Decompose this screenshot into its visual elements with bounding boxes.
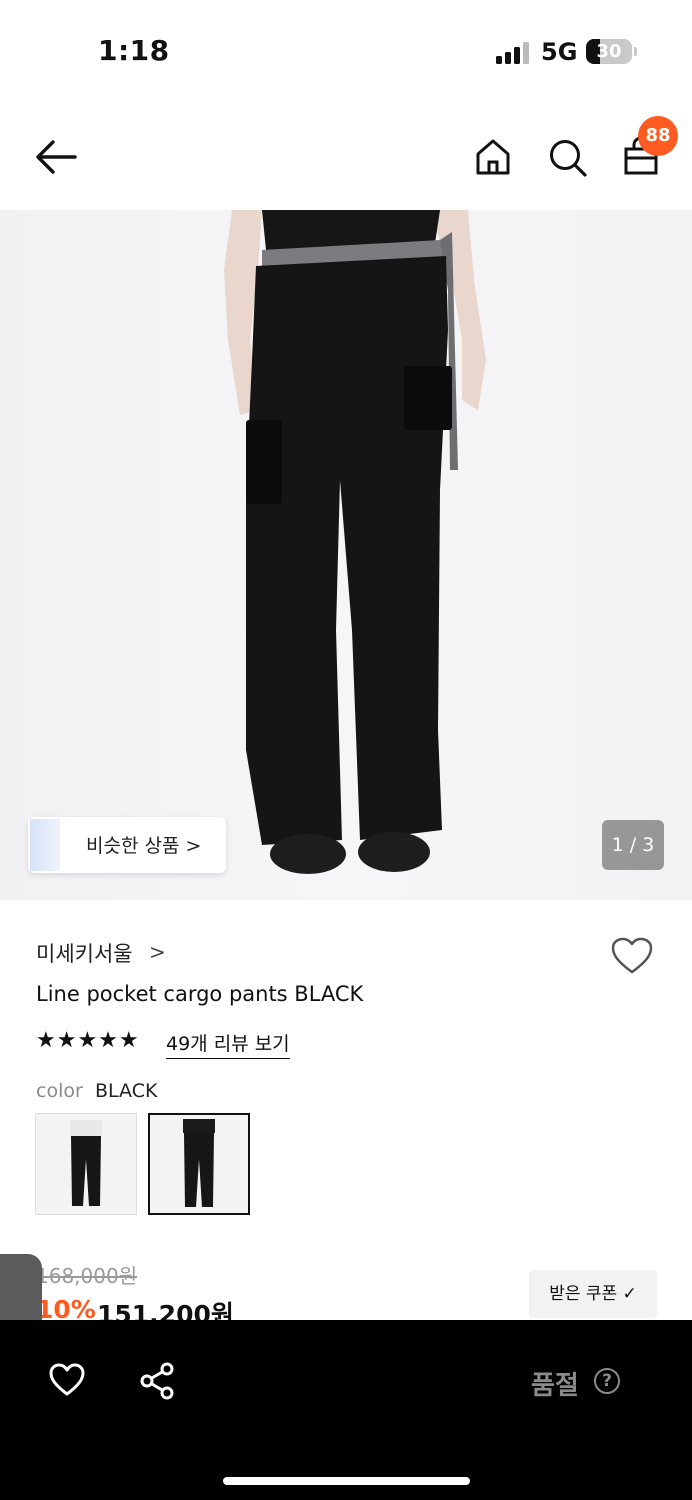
color-label: color (36, 1080, 83, 1102)
chevron-right-icon: > (149, 940, 166, 964)
coupon-button[interactable]: 받은 쿠폰 ✓ (529, 1270, 657, 1318)
arrow-left-icon[interactable] (34, 138, 78, 176)
signal-icon (496, 42, 532, 64)
similar-product-thumbnail (30, 819, 60, 871)
color-value: BLACK (95, 1080, 158, 1102)
heart-icon[interactable] (48, 1363, 86, 1397)
original-price: 168,000원 (36, 1264, 138, 1288)
image-counter: 1 / 3 (602, 820, 664, 870)
rating-stars: ★★★★★ (36, 1028, 140, 1053)
status-bar: 1:18 5G 30 (0, 0, 692, 100)
battery-level: 30 (596, 41, 622, 62)
color-swatch-option[interactable] (35, 1113, 137, 1215)
color-swatch-selected[interactable] (148, 1113, 250, 1215)
swatch-thumbnail-image (70, 1120, 102, 1206)
product-title: Line pocket cargo pants BLACK (36, 982, 364, 1006)
home-indicator (223, 1477, 470, 1485)
bottom-action-bar (0, 1320, 692, 1500)
share-icon[interactable] (138, 1362, 176, 1400)
product-photo (224, 210, 486, 874)
sold-out-label: 품절 (531, 1371, 579, 1401)
home-icon[interactable] (474, 137, 512, 177)
swatch-thumbnail-image (183, 1119, 215, 1207)
similar-products-label: 비슷한 상품 > (86, 835, 202, 857)
brand-link[interactable]: 미세키서울 (36, 938, 133, 968)
status-time: 1:18 (98, 34, 170, 67)
battery-cap (634, 47, 637, 56)
battery-icon: 30 (586, 39, 632, 64)
cart-count-badge: 88 (638, 116, 678, 156)
product-image[interactable] (0, 210, 692, 900)
review-link[interactable]: 49개 리뷰 보기 (166, 1029, 290, 1059)
network-label: 5G (541, 38, 578, 66)
wishlist-heart-icon[interactable] (610, 936, 654, 976)
search-icon[interactable] (547, 137, 589, 179)
help-icon[interactable]: ? (594, 1368, 620, 1394)
